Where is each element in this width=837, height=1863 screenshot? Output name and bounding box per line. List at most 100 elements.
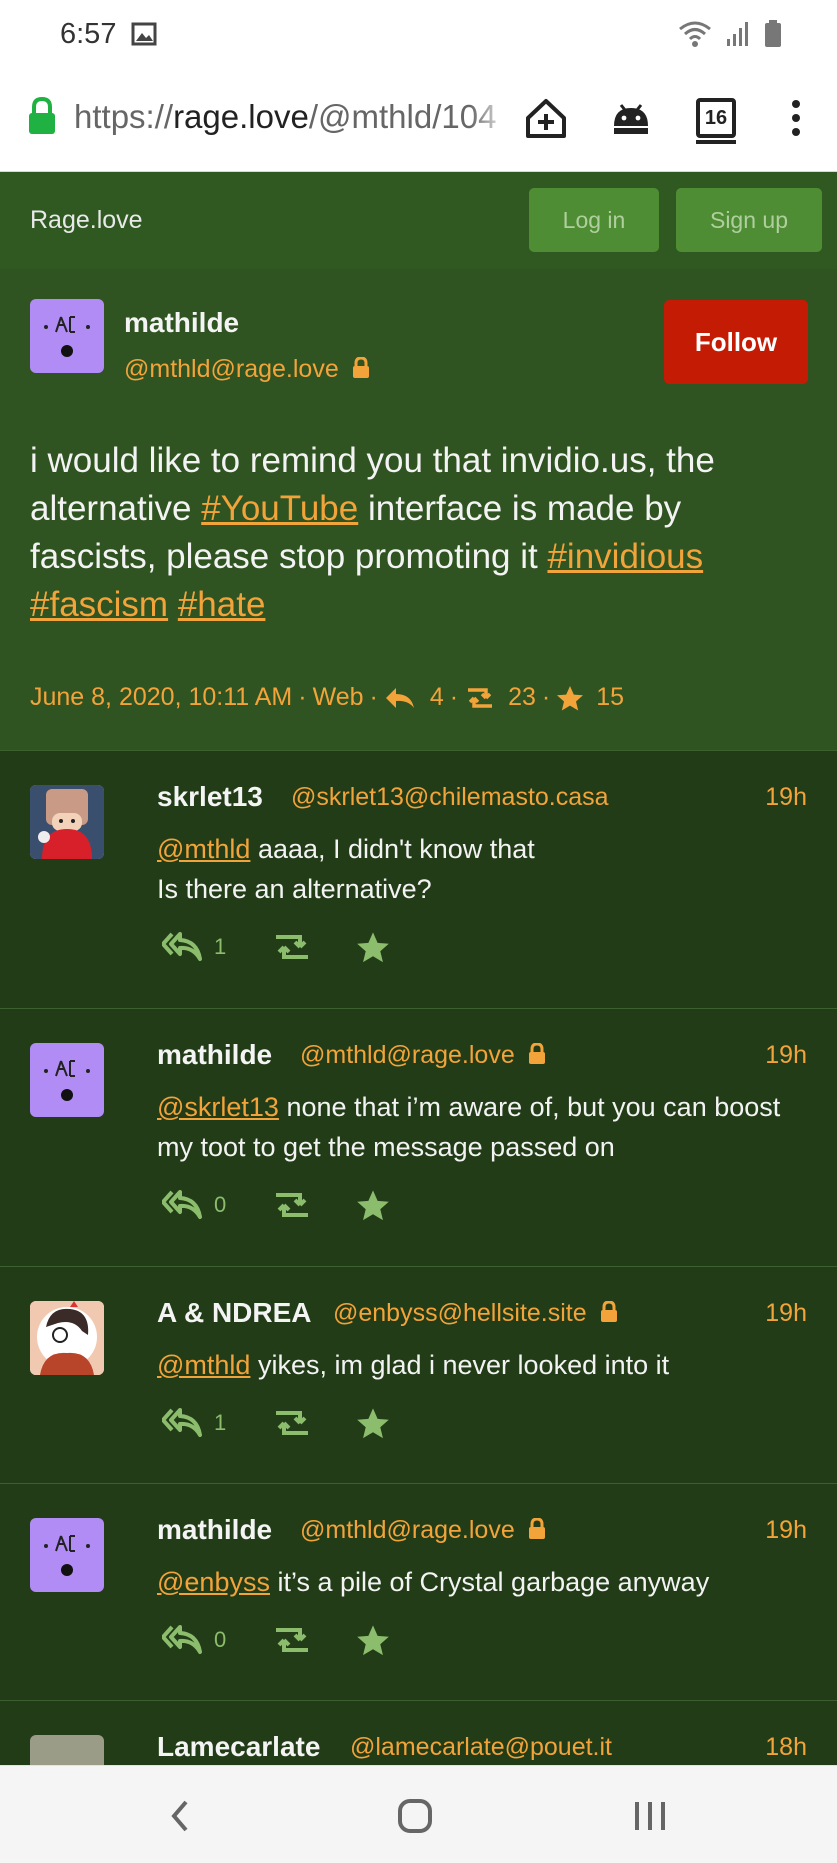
favourite-button[interactable] [356,1407,390,1439]
avatar-character-icon [30,785,104,859]
star-icon [557,685,584,710]
relative-time[interactable]: 19h [765,1299,807,1328]
boost-icon [468,687,493,708]
reply-count: 1 [214,1410,227,1435]
avatar[interactable] [30,1518,104,1592]
reply-button[interactable]: 1 [162,1407,226,1439]
back-button[interactable] [150,1794,210,1838]
relative-time[interactable]: 18h [765,1733,807,1762]
display-name[interactable]: mathilde [157,1039,272,1071]
account-handle: @lamecarlate@pouet.it [350,1733,612,1761]
meta-separator: · [369,683,378,711]
main-status: mathilde @mthld@rage.love Follow i would… [0,269,837,750]
home-button[interactable] [385,1794,445,1838]
boost-count: 23 [508,683,536,711]
tab-switcher-button[interactable]: 16 [690,88,742,148]
reply-all-icon [162,932,202,961]
browser-menu-button[interactable] [770,88,822,148]
avatar-face-icon [44,1535,90,1576]
account-handle-text: @enbyss@hellsite.site [333,1299,587,1327]
battery-icon [765,20,781,47]
reply-text: it’s a pile of Crystal garbage anyway [269,1567,710,1597]
android-app-button[interactable] [605,88,657,148]
tab-count: 16 [696,98,736,144]
home-circle-icon [398,1799,432,1833]
reply-count: 0 [214,1627,227,1652]
recent-apps-button[interactable] [620,1794,680,1838]
signup-button[interactable]: Sign up [676,188,822,252]
android-icon [614,104,648,134]
account-handle-text: @mthld@rage.love [300,1041,515,1069]
boost-button[interactable] [272,1625,312,1655]
more-vertical-icon [792,100,800,136]
boost-icon [276,1628,309,1652]
relative-time[interactable]: 19h [765,1041,807,1070]
action-bar: 0 [162,1624,390,1656]
login-button[interactable]: Log in [529,188,659,252]
reply-item: mathilde @mthld@rage.love 19h @enbyss it… [0,1483,837,1700]
display-name[interactable]: Lamecarlate [157,1731,320,1763]
favourite-button[interactable] [356,931,390,963]
boost-icon [276,935,309,959]
avatar[interactable] [30,1735,104,1765]
mention-link[interactable]: @mthld [157,834,250,864]
relative-time[interactable]: 19h [765,783,807,812]
mention-link[interactable]: @enbyss [157,1567,270,1597]
mention-link[interactable]: @skrlet13 [157,1092,279,1122]
secure-lock-icon [29,96,55,134]
favourite-button[interactable] [356,1624,390,1656]
signal-icon [727,22,748,46]
avatar[interactable] [30,1301,104,1375]
reply-button[interactable]: 0 [162,1624,226,1656]
browser-toolbar: https://rage.love/@mthld/104 16 [0,70,837,172]
status-date[interactable]: June 8, 2020, 10:11 AM [30,683,292,712]
add-to-home-button[interactable] [520,88,572,148]
reply-button[interactable]: 1 [162,931,226,963]
reply-content: @skrlet13 none that i’m aware of, but yo… [157,1087,817,1167]
recents-icon [635,1802,665,1830]
display-name[interactable]: skrlet13 [157,781,263,813]
avatar[interactable] [30,1043,104,1117]
display-name[interactable]: A & NDREA [157,1297,312,1329]
url-path: /@mthld/104 [308,98,497,135]
locked-account-icon [352,356,369,378]
hashtag-fascism[interactable]: #fascism [30,585,168,624]
boost-icon [276,1193,309,1217]
boost-button[interactable] [272,1408,312,1438]
reply-text: aaaa, I didn't know that [250,834,535,864]
hashtag-youtube[interactable]: #YouTube [201,489,358,528]
avatar[interactable] [30,299,104,373]
reply-count: 1 [214,934,227,959]
hashtag-invidious[interactable]: #invidious [547,537,703,576]
reply-item: skrlet13 @skrlet13@chilemasto.casa 19h @… [0,750,837,1008]
relative-time[interactable]: 19h [765,1516,807,1545]
boost-button[interactable] [272,1190,312,1220]
url-field[interactable]: https://rage.love/@mthld/104 [74,98,504,136]
meta-separator: · [449,683,459,711]
display-name[interactable]: mathilde [124,307,239,339]
favourite-button[interactable] [356,1189,390,1221]
hashtag-hate[interactable]: #hate [178,585,266,624]
display-name[interactable]: mathilde [157,1514,272,1546]
star-icon [357,1190,390,1221]
site-brand[interactable]: Rage.love [30,206,143,235]
follow-button[interactable]: Follow [664,300,808,384]
locked-account-icon [528,1517,545,1539]
mention-link[interactable]: @mthld [157,1350,250,1380]
status-time: 6:57 [60,18,117,50]
account-handle-text: @mthld@rage.love [124,355,339,383]
account-handle: @enbyss@hellsite.site [333,1299,618,1328]
wifi-icon [679,21,711,47]
account-handle-text: @mthld@rage.love [300,1516,515,1544]
url-scheme: https:// [74,98,174,135]
locked-account-icon [528,1042,545,1064]
avatar-face-icon [44,1060,90,1101]
reply-all-icon [162,1625,202,1654]
reply-button[interactable]: 0 [162,1189,226,1221]
avatar[interactable] [30,785,104,859]
reply-content: @mthld aaaa, I didn't know that Is there … [157,829,817,909]
reply-text-line2: Is there an alternative? [157,874,432,904]
boost-button[interactable] [272,932,312,962]
url-fade [470,88,510,148]
reply-item: A & NDREA @enbyss@hellsite.site 19h @mth… [0,1266,837,1483]
